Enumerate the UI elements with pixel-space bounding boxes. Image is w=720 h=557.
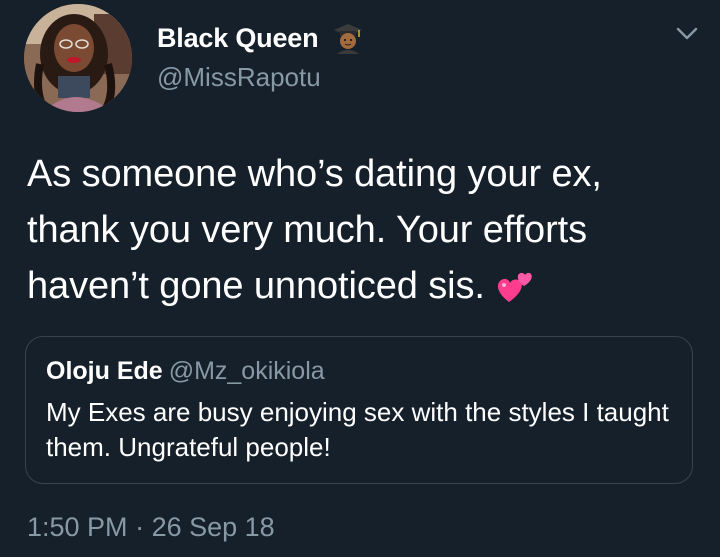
tweet-date: 26 Sep 18 xyxy=(151,512,275,542)
quoted-author: Oloju Ede @Mz_okikiola xyxy=(46,357,325,386)
tweet-body: As someone who’s dating your ex, thank y… xyxy=(27,146,702,314)
quoted-text: My Exes are busy enjoying sex with the s… xyxy=(46,397,669,462)
author-avatar[interactable] xyxy=(24,4,132,112)
timestamp-separator: · xyxy=(135,512,145,542)
two-hearts-emoji-icon xyxy=(497,272,532,302)
author-display-name[interactable]: Black Queen xyxy=(157,23,319,54)
quoted-tweet[interactable]: Oloju Ede @Mz_okikiola My Exes are busy e… xyxy=(25,336,693,484)
graduate-emoji-icon xyxy=(334,24,362,54)
tweet-time: 1:50 PM xyxy=(27,512,128,542)
author-handle[interactable]: @MissRapotu xyxy=(157,62,321,93)
chevron-down-icon[interactable] xyxy=(676,26,698,42)
quoted-display-name: Oloju Ede xyxy=(46,357,163,385)
tweet-timestamp[interactable]: 1:50 PM · 26 Sep 18 xyxy=(27,512,275,543)
tweet-card: Black Queen @MissRapotu As someone who’s… xyxy=(0,0,720,557)
quoted-handle: @Mz_okikiola xyxy=(168,357,325,385)
avatar-image xyxy=(24,4,132,112)
